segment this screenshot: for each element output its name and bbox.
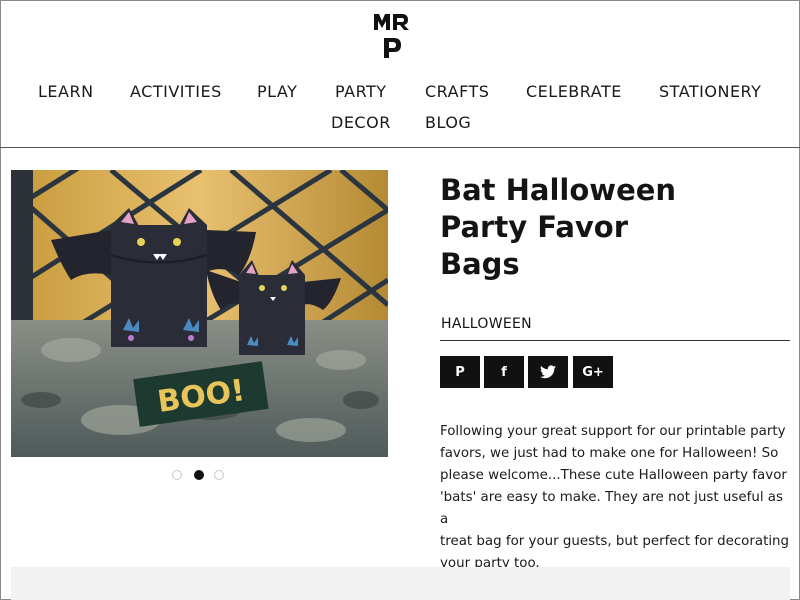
site-logo[interactable] [372,10,410,60]
nav-crafts[interactable]: CRAFTS [425,82,489,101]
header-divider [0,147,800,148]
pinterest-share-button[interactable]: P [440,356,480,388]
hero-image[interactable]: BOO! [11,170,388,457]
google-plus-icon: G+ [582,364,604,380]
category-divider [440,340,790,341]
nav-celebrate[interactable]: CELEBRATE [526,82,622,101]
nav-play[interactable]: PLAY [257,82,297,101]
facebook-share-button[interactable]: f [484,356,524,388]
footer-band [11,567,790,600]
facebook-icon: f [501,364,507,380]
pinterest-icon: P [455,364,465,380]
category-link[interactable]: HALLOWEEN [441,316,532,332]
google-plus-share-button[interactable]: G+ [573,356,613,388]
carousel-dot-3[interactable] [214,470,224,480]
nav-learn[interactable]: LEARN [38,82,94,101]
carousel-dot-2[interactable] [194,470,204,480]
nav-decor[interactable]: DECOR [331,113,391,132]
nav-party[interactable]: PARTY [335,82,387,101]
nav-stationery[interactable]: STATIONERY [659,82,761,101]
twitter-share-button[interactable] [528,356,568,388]
nav-blog[interactable]: BLOG [425,113,471,132]
bat-favor-photo: BOO! [11,170,388,457]
nav-activities[interactable]: ACTIVITIES [130,82,222,101]
article-description: Following your great support for our pri… [440,424,790,571]
twitter-icon [540,365,556,379]
carousel-dots [172,470,232,482]
carousel-dot-1[interactable] [172,470,182,480]
article-title: Bat Halloween Party Favor Bags [440,173,677,281]
